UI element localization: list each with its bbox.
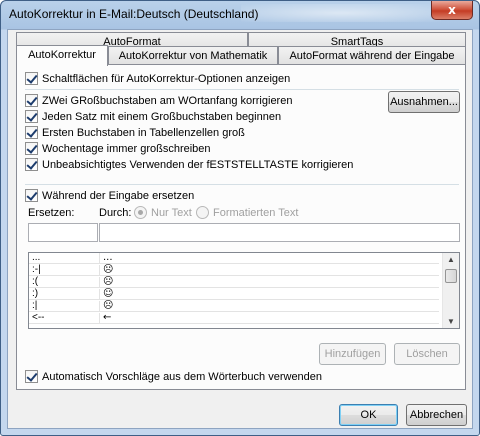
tab-math-autocorrect[interactable]: AutoKorrektur von Mathematik	[108, 46, 278, 65]
checkbox-checked-icon	[25, 189, 38, 202]
delete-button[interactable]: Löschen	[394, 343, 460, 365]
checkbox-checked-icon	[25, 370, 38, 383]
autocorrect-tab-panel: Schaltflächen für AutoKorrektur-Optionen…	[16, 64, 466, 390]
column-separator	[99, 253, 100, 264]
divider	[25, 89, 459, 90]
list-item-to: ←	[103, 312, 112, 323]
replace-as-you-type-checkbox[interactable]: Während der Eingabe ersetzen	[25, 189, 194, 202]
correct-capslock-label: Unbeabsichtigtes Verwenden der fESTSTELL…	[42, 158, 354, 171]
dialog-client-area: AutoFormat SmartTags AutoKorrektur AutoK…	[7, 29, 473, 429]
list-item[interactable]: :-| ☹	[29, 264, 439, 276]
plain-text-radio[interactable]: Nur Text	[134, 206, 192, 219]
divider	[25, 184, 459, 185]
checkbox-checked-icon	[25, 94, 38, 107]
title-bar-glow	[241, 4, 441, 22]
capitalize-weekdays-label: Wochentage immer großschreiben	[42, 142, 211, 155]
capitalize-table-cells-label: Ersten Buchstaben in Tabellenzellen groß	[42, 126, 245, 139]
correct-capslock-checkbox[interactable]: Unbeabsichtigtes Verwenden der fESTSTELL…	[25, 158, 353, 171]
checkbox-checked-icon	[25, 142, 38, 155]
with-label: Durch:	[99, 207, 132, 219]
capitalize-sentences-checkbox[interactable]: Jeden Satz mit einem Großbuchstaben begi…	[25, 110, 281, 123]
capitalize-sentences-label: Jeden Satz mit einem Großbuchstaben begi…	[42, 110, 282, 123]
capitalize-table-cells-checkbox[interactable]: Ersten Buchstaben in Tabellenzellen groß	[25, 126, 245, 139]
column-separator	[99, 301, 100, 312]
list-item[interactable]: ......	[29, 253, 439, 264]
radio-selected-icon	[134, 206, 147, 219]
capitalize-weekdays-checkbox[interactable]: Wochentage immer großschreiben	[25, 142, 211, 155]
replace-label: Ersetzen:	[28, 207, 75, 219]
list-item-from: :|	[32, 300, 38, 311]
list-item[interactable]: :) ☺	[29, 288, 439, 300]
list-item-to: ☹	[103, 264, 114, 275]
close-icon: x	[448, 3, 456, 17]
column-separator	[99, 265, 100, 276]
formatted-text-radio[interactable]: Formatierten Text	[196, 206, 298, 219]
close-button[interactable]: x	[431, 1, 473, 20]
checkbox-checked-icon	[25, 158, 38, 171]
radio-empty-icon	[196, 206, 209, 219]
column-separator	[99, 313, 100, 324]
auto-suggestions-label: Automatisch Vorschläge aus dem Wörterbuc…	[42, 370, 323, 383]
list-scrollbar[interactable]: ▲ ▼	[442, 253, 459, 328]
list-item-to: ☹	[103, 276, 114, 287]
formatted-text-radio-label: Formatierten Text	[213, 206, 299, 219]
cancel-button[interactable]: Abbrechen	[406, 404, 467, 426]
list-item-from: :(	[32, 276, 39, 287]
list-item-from: <--	[32, 312, 45, 323]
replacement-list[interactable]: ...... :-| ☹ :( ☹ :) ☺ :| ☹ <-- ← ▲ ▼	[28, 252, 460, 329]
show-options-buttons-checkbox[interactable]: Schaltflächen für AutoKorrektur-Optionen…	[25, 72, 290, 85]
replace-as-you-type-label: Während der Eingabe ersetzen	[42, 189, 195, 202]
window-title: AutoKorrektur in E-Mail:Deutsch (Deutsch…	[9, 7, 259, 21]
column-separator	[99, 277, 100, 288]
two-initial-caps-checkbox[interactable]: ZWei GRoßbuchstaben am WOrtanfang korrig…	[25, 94, 292, 107]
scroll-thumb[interactable]	[445, 269, 457, 283]
ok-button[interactable]: OK	[339, 404, 398, 426]
checkbox-checked-icon	[25, 126, 38, 139]
add-button[interactable]: Hinzufügen	[319, 343, 386, 365]
list-item-from: :-|	[32, 264, 41, 275]
checkbox-checked-icon	[25, 72, 38, 85]
tab-autokorrektur[interactable]: AutoKorrektur	[16, 45, 108, 66]
checkbox-checked-icon	[25, 110, 38, 123]
list-item[interactable]: :| ☹	[29, 300, 439, 312]
scroll-up-arrow-icon[interactable]: ▲	[447, 255, 455, 264]
two-initial-caps-label: ZWei GRoßbuchstaben am WOrtanfang korrig…	[42, 94, 293, 107]
plain-text-radio-label: Nur Text	[151, 206, 192, 219]
tab-autoformat-as-you-type[interactable]: AutoFormat während der Eingabe	[278, 46, 466, 65]
column-separator	[99, 289, 100, 300]
show-options-buttons-label: Schaltflächen für AutoKorrektur-Optionen…	[42, 72, 291, 85]
auto-suggestions-checkbox[interactable]: Automatisch Vorschläge aus dem Wörterbuc…	[25, 370, 322, 383]
replace-input[interactable]	[28, 223, 98, 242]
with-input[interactable]	[99, 223, 460, 242]
list-item-to: ☹	[103, 300, 114, 311]
list-item-from: :)	[32, 288, 39, 299]
autocorrect-dialog-window: AutoKorrektur in E-Mail:Deutsch (Deutsch…	[0, 0, 480, 436]
list-item[interactable]: <-- ←	[29, 312, 439, 324]
list-item-to: ☺	[103, 288, 114, 299]
title-bar[interactable]: AutoKorrektur in E-Mail:Deutsch (Deutsch…	[1, 1, 479, 27]
list-item-from: ...	[32, 252, 41, 263]
scroll-down-arrow-icon[interactable]: ▼	[447, 317, 455, 326]
list-item-to: ...	[103, 252, 113, 263]
list-item[interactable]: :( ☹	[29, 276, 439, 288]
exceptions-button[interactable]: Ausnahmen...	[388, 91, 460, 113]
